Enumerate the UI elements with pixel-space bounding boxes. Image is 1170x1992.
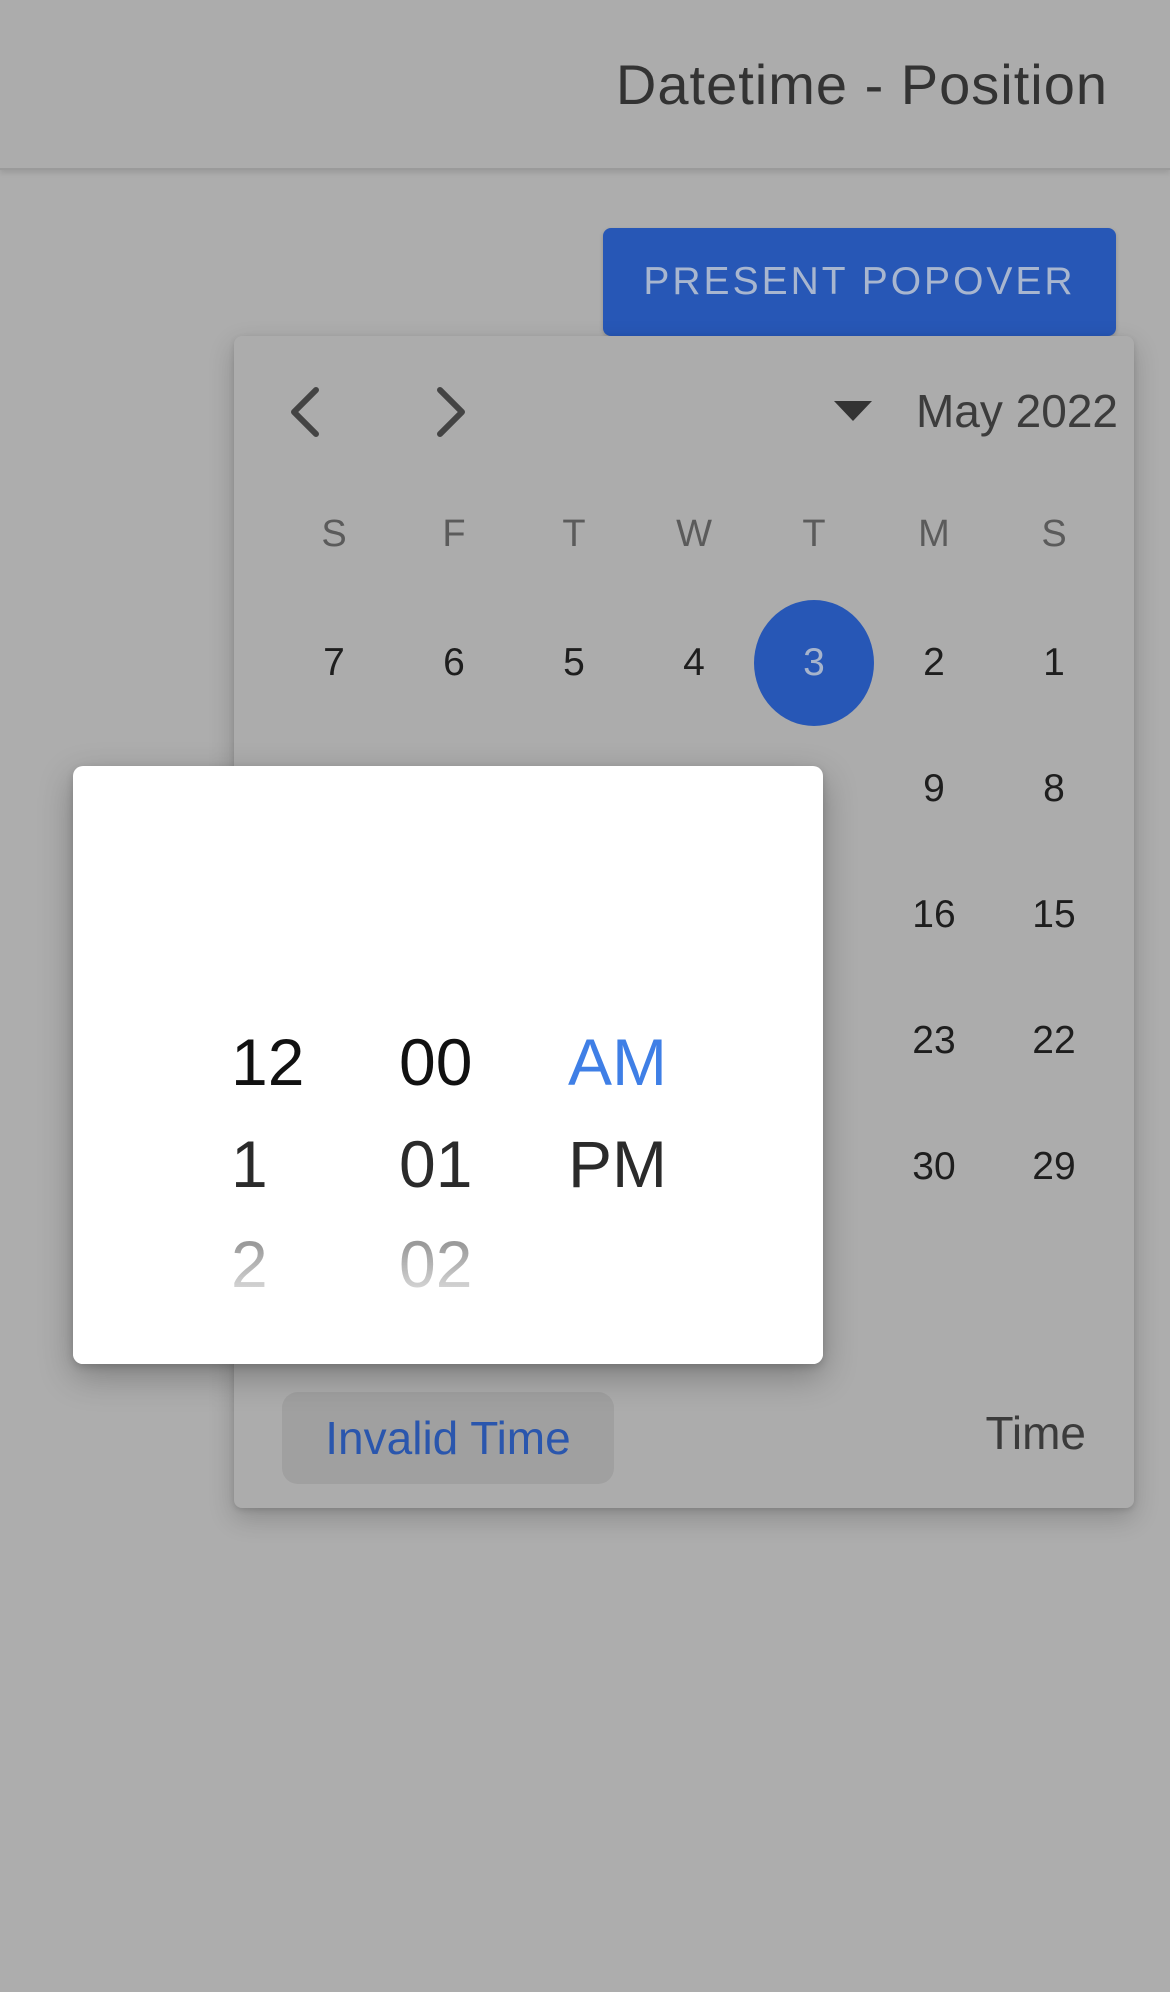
- calendar-day-selected[interactable]: 3: [754, 600, 874, 726]
- chevron-right-icon: [437, 387, 465, 437]
- chevron-left-icon: [291, 387, 319, 437]
- minute-column[interactable]: 00 01 02: [399, 766, 519, 1364]
- time-label: Time: [985, 1407, 1086, 1459]
- calendar-day[interactable]: 16: [874, 852, 994, 978]
- month-year-selector[interactable]: May 2022: [832, 376, 1118, 446]
- calendar-day[interactable]: 2: [874, 600, 994, 726]
- ampm-option[interactable]: PM: [568, 1124, 667, 1204]
- calendar-day[interactable]: 22: [994, 978, 1114, 1104]
- calendar-day[interactable]: 15: [994, 852, 1114, 978]
- caret-down-icon: [833, 401, 872, 421]
- calendar-day[interactable]: 5: [514, 600, 634, 726]
- ampm-column[interactable]: AM PM: [568, 766, 708, 1364]
- calendar-day[interactable]: 8: [994, 726, 1114, 852]
- weekday-label: T: [562, 513, 586, 555]
- page-title: Datetime - Position: [615, 53, 1108, 116]
- hour-option[interactable]: 1: [231, 1124, 268, 1204]
- month-year-label: May 2022: [915, 385, 1118, 437]
- calendar-week: 7 6 5 4 3 2 1: [274, 600, 1114, 726]
- calendar-day[interactable]: 1: [994, 600, 1114, 726]
- minute-option[interactable]: 00: [399, 1022, 472, 1102]
- weekday-label: S: [321, 513, 347, 555]
- ampm-option-selected[interactable]: AM: [568, 1022, 667, 1102]
- time-button[interactable]: Invalid Time: [282, 1392, 614, 1484]
- weekday-label: T: [802, 513, 826, 555]
- weekday-label: W: [676, 513, 712, 555]
- time-picker-popover: 12 1 2 00 01 02 AM PM: [73, 766, 823, 1364]
- weekday-label: M: [918, 513, 950, 555]
- calendar-day[interactable]: 23: [874, 978, 994, 1104]
- calendar-day[interactable]: 30: [874, 1104, 994, 1230]
- calendar-day[interactable]: 6: [394, 600, 514, 726]
- hour-option[interactable]: 12: [231, 1022, 304, 1102]
- previous-month-button[interactable]: [276, 382, 336, 442]
- minute-option[interactable]: 02: [399, 1224, 472, 1304]
- weekday-header: S F T W T M S: [274, 506, 1114, 562]
- hour-option[interactable]: 2: [231, 1224, 268, 1304]
- calendar-day[interactable]: 9: [874, 726, 994, 852]
- next-month-button[interactable]: [420, 382, 480, 442]
- present-popover-button[interactable]: PRESENT POPOVER: [603, 228, 1116, 336]
- hour-column[interactable]: 12 1 2: [231, 766, 351, 1364]
- minute-option[interactable]: 01: [399, 1124, 472, 1204]
- calendar-day[interactable]: 4: [634, 600, 754, 726]
- weekday-label: S: [1041, 513, 1067, 555]
- weekday-label: F: [442, 513, 466, 555]
- app-header: Datetime - Position: [0, 0, 1170, 170]
- calendar-day[interactable]: 7: [274, 600, 394, 726]
- calendar-day[interactable]: 29: [994, 1104, 1114, 1230]
